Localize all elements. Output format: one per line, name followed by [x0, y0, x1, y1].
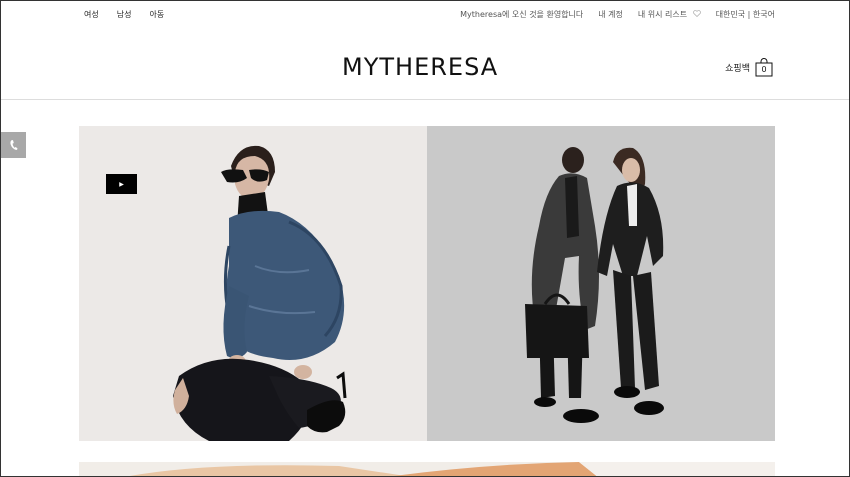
video-play-button[interactable]: ▶	[106, 174, 137, 194]
contact-side-tab[interactable]	[1, 132, 26, 158]
next-banner-preview[interactable]	[79, 462, 775, 476]
top-bar: 여성 남성 아동 Mytheresa에 오신 것을 환영합니다 내 계정 내 위…	[1, 1, 849, 27]
page-frame: 여성 남성 아동 Mytheresa에 오신 것을 환영합니다 내 계정 내 위…	[0, 0, 850, 477]
region-language-selector[interactable]: 대한민국 | 한국어	[716, 9, 775, 20]
bag-count: 0	[761, 65, 767, 74]
shopping-bag-icon: 0	[755, 58, 773, 77]
nav-men[interactable]: 남성	[117, 9, 132, 20]
play-icon: ▶	[119, 180, 124, 188]
gender-nav: 여성 남성 아동	[84, 9, 164, 20]
brand-logo[interactable]: MYTHERESA	[342, 53, 498, 81]
account-link[interactable]: 내 계정	[598, 9, 623, 20]
hero-photo-men	[427, 126, 775, 441]
shopping-bag-button[interactable]: 쇼핑백 0	[725, 58, 773, 77]
nav-women[interactable]: 여성	[84, 9, 99, 20]
wishlist-link[interactable]: 내 위시 리스트	[638, 9, 701, 20]
next-banner-image	[79, 462, 775, 476]
heart-icon	[692, 10, 701, 19]
utility-nav: Mytheresa에 오신 것을 환영합니다 내 계정 내 위시 리스트 대한민…	[460, 9, 775, 20]
nav-kids[interactable]: 아동	[149, 9, 164, 20]
header-divider	[1, 99, 849, 100]
phone-icon	[9, 136, 19, 155]
welcome-text: Mytheresa에 오신 것을 환영합니다	[460, 10, 584, 19]
wishlist-label: 내 위시 리스트	[637, 10, 688, 19]
hero-image-men[interactable]	[427, 126, 775, 441]
shopping-bag-label: 쇼핑백	[725, 64, 750, 74]
hero-image-women[interactable]: ▶	[79, 126, 427, 441]
